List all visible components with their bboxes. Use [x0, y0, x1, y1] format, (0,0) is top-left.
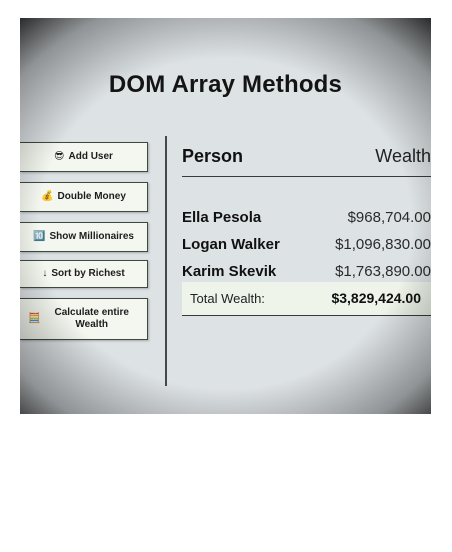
person-wealth: $1,763,890.00 [335, 263, 431, 280]
person-name: Karim Skevik [182, 263, 277, 280]
table-row: Ella Pesola $968,704.00 [182, 206, 431, 228]
calculate-wealth-button[interactable]: 🧮 Calculate entire Wealth [20, 298, 148, 340]
app-window: DOM Array Methods 😎 Add User 💰 Double Mo… [20, 18, 431, 414]
sunglasses-face-icon: 😎 [54, 151, 65, 162]
double-money-label: Double Money [57, 191, 126, 202]
person-wealth: $968,704.00 [347, 209, 431, 226]
arrow-down-icon: ↓ [42, 268, 48, 279]
table-row: Karim Skevik $1,763,890.00 [182, 260, 431, 282]
person-name: Logan Walker [182, 236, 280, 253]
add-user-label: Add User [68, 151, 113, 162]
money-bag-icon: 💰 [41, 191, 54, 202]
person-name: Ella Pesola [182, 209, 262, 226]
keycap-ten-icon: 🔟 [33, 231, 46, 242]
page-title: DOM Array Methods [108, 71, 343, 98]
table-row: Logan Walker $1,096,830.00 [182, 233, 431, 255]
total-wealth-label: Total Wealth: [190, 291, 265, 306]
total-wealth-value: $3,829,424.00 [331, 290, 421, 306]
double-money-button[interactable]: 💰 Double Money [20, 182, 148, 212]
sort-by-richest-button[interactable]: ↓ Sort by Richest [20, 260, 148, 288]
sort-by-richest-label: Sort by Richest [51, 268, 125, 279]
table-header: Person Wealth [182, 144, 431, 177]
abacus-icon: 🧮 [28, 313, 41, 324]
show-millionaires-label: Show Millionaires [49, 231, 134, 242]
column-header-person: Person [182, 146, 244, 166]
person-wealth: $1,096,830.00 [335, 236, 431, 253]
add-user-button[interactable]: 😎 Add User [20, 142, 148, 172]
show-millionaires-button[interactable]: 🔟 Show Millionaires [20, 222, 148, 252]
vertical-divider [165, 136, 167, 386]
calculate-wealth-label: Calculate entire Wealth [54, 307, 129, 330]
column-header-wealth: Wealth [375, 146, 431, 166]
total-wealth-row: Total Wealth: $3,829,424.00 [182, 282, 431, 316]
